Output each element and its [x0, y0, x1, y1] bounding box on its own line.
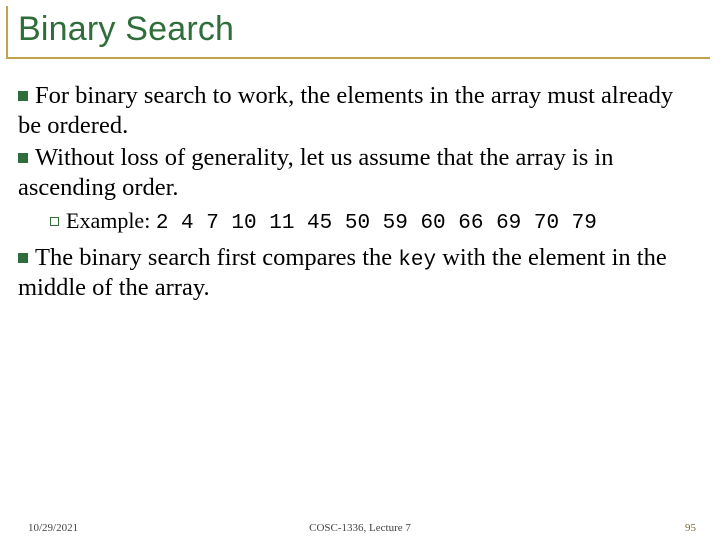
- bullet-square-icon: [18, 153, 28, 163]
- footer-date: 10/29/2021: [28, 522, 78, 534]
- footer-page-number: 95: [685, 522, 696, 534]
- bullet-3-text-a: The binary search first compares the: [35, 244, 398, 271]
- bullet-1-text: For binary search to work, the elements …: [18, 82, 673, 139]
- slide: Binary Search For binary search to work,…: [0, 6, 720, 540]
- bullet-2: Without loss of generality, let us assum…: [18, 143, 702, 203]
- bullet-2-text: Without loss of generality, let us assum…: [18, 144, 614, 201]
- example-values: 2 4 7 10 11 45 50 59 60 66 69 70 79: [156, 212, 597, 235]
- content-area: For binary search to work, the elements …: [0, 59, 720, 303]
- bullet-3-key: key: [398, 249, 436, 272]
- sub-bullet-example: Example: 2 4 7 10 11 45 50 59 60 66 69 7…: [18, 207, 702, 237]
- bullet-hollow-square-icon: [50, 217, 59, 226]
- example-label: Example:: [66, 208, 156, 233]
- bullet-square-icon: [18, 253, 28, 263]
- bullet-1: For binary search to work, the elements …: [18, 81, 702, 141]
- bullet-square-icon: [18, 91, 28, 101]
- title-container: Binary Search: [6, 6, 710, 59]
- footer-course: COSC-1336, Lecture 7: [309, 522, 411, 534]
- bullet-3: The binary search first compares the key…: [18, 243, 702, 303]
- slide-title: Binary Search: [18, 10, 710, 49]
